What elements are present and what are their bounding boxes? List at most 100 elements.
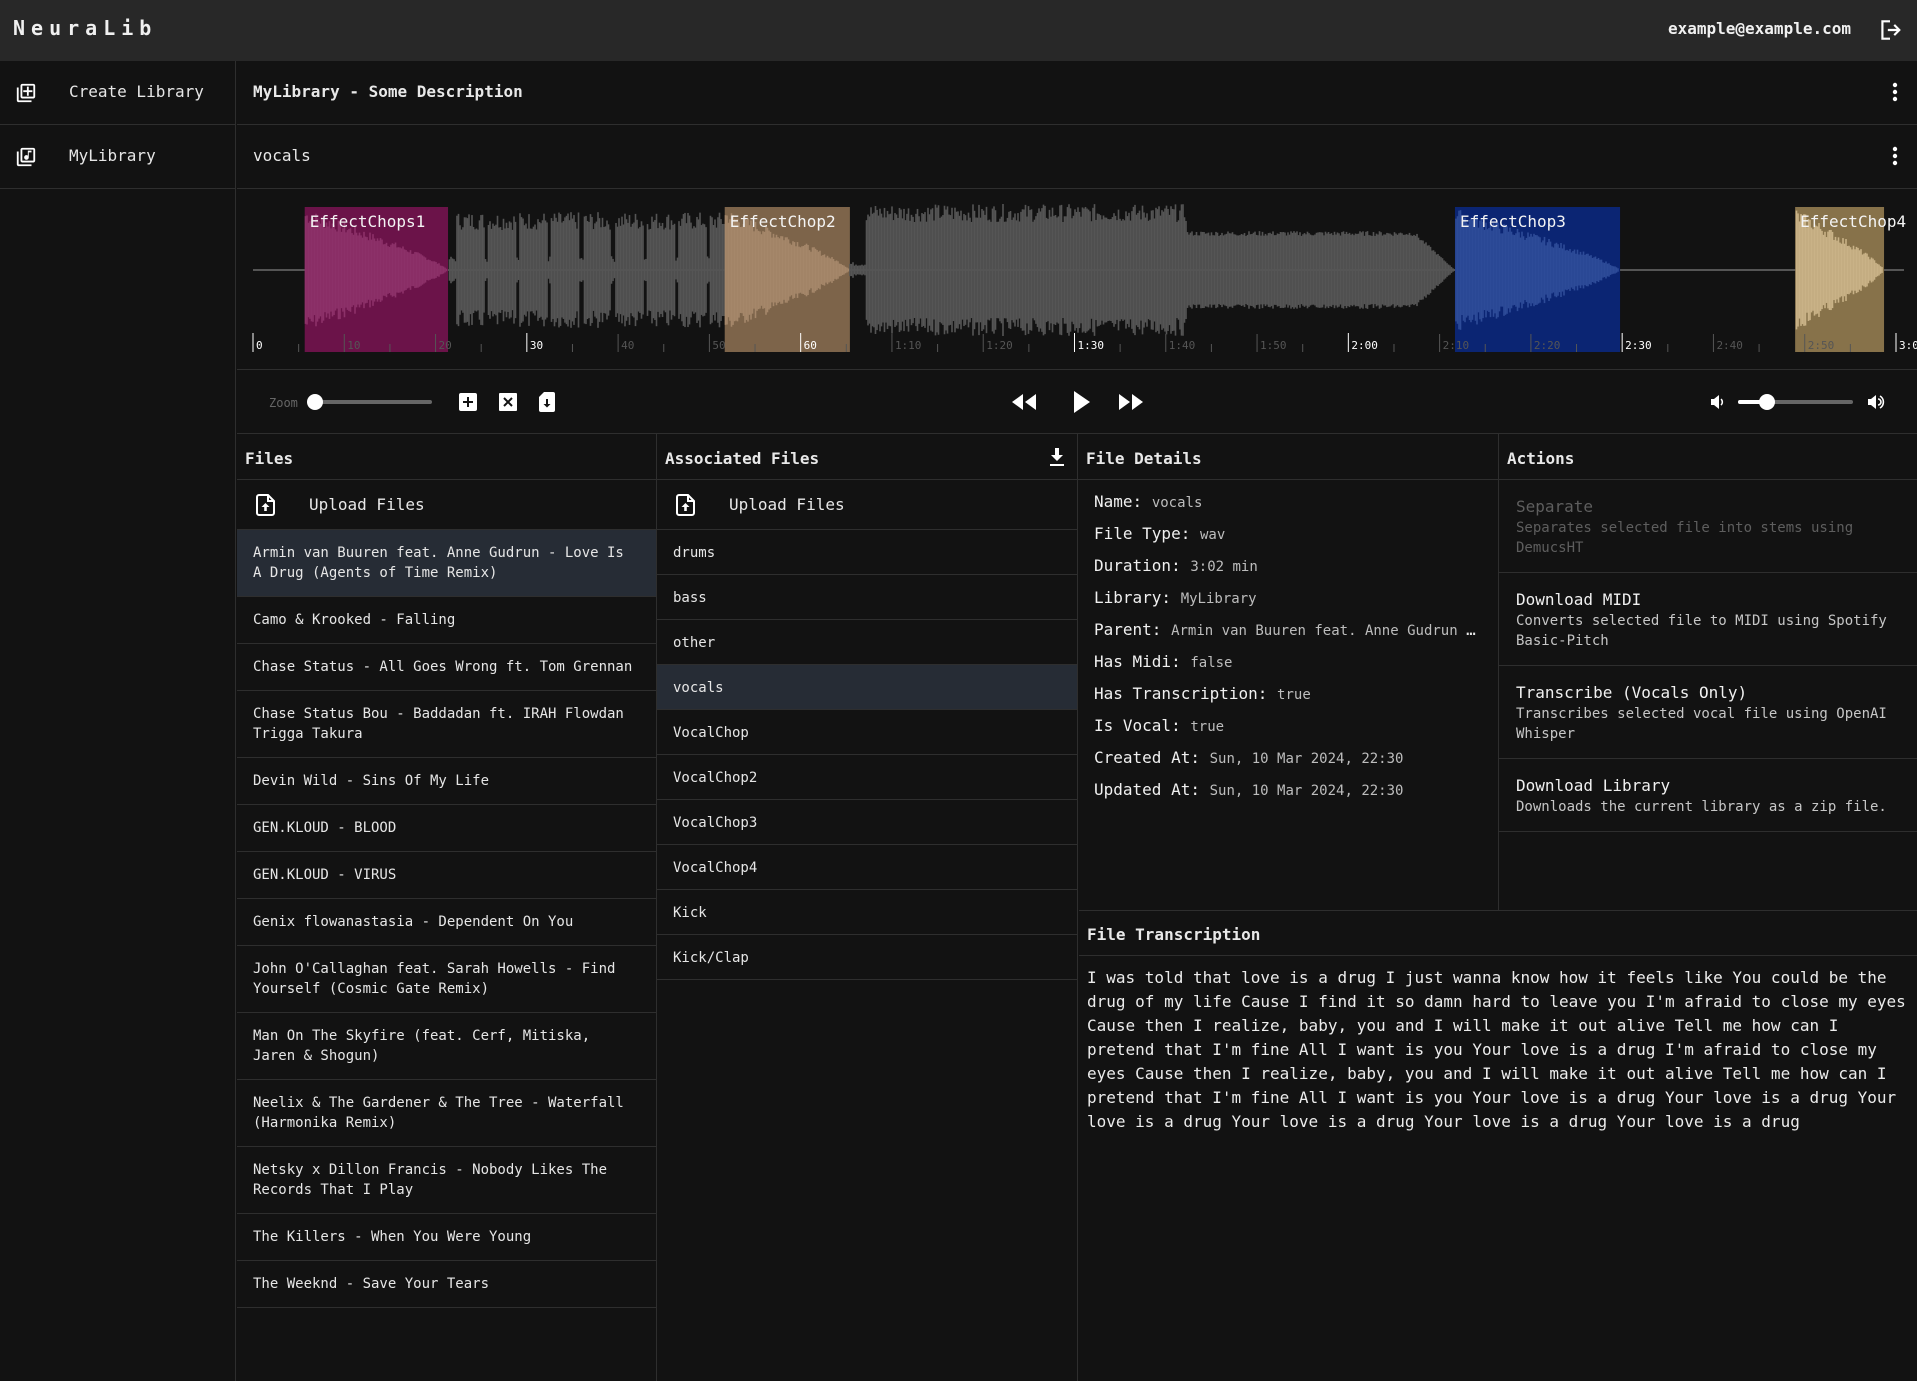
- timeline-tick-label: 2:40: [1716, 339, 1743, 352]
- timeline-tick-label: 2:20: [1534, 339, 1561, 352]
- detail-value: vocals: [1151, 495, 1203, 511]
- actions-panel: Actions Separate Separates selected file …: [1499, 434, 1917, 910]
- file-list-item[interactable]: The Killers - When You Were Young: [237, 1214, 656, 1261]
- transcription-text: I was told that love is a drug I just wa…: [1087, 968, 1906, 1131]
- associated-file-item[interactable]: VocalChop4: [657, 845, 1077, 890]
- timeline-tick-label: 1:50: [1260, 339, 1287, 352]
- action-item[interactable]: Download Library Downloads the current li…: [1499, 759, 1917, 832]
- detail-row: Library: MyLibrary: [1094, 588, 1482, 620]
- file-list-item[interactable]: John O'Callaghan feat. Sarah Howells - F…: [237, 946, 656, 1013]
- volume-slider[interactable]: [1738, 394, 1853, 410]
- file-list-item[interactable]: Chase Status - All Goes Wrong ft. Tom Gr…: [237, 644, 656, 691]
- file-list-item[interactable]: Man On The Skyfire (feat. Cerf, Mitiska,…: [237, 1013, 656, 1080]
- actions-list: Separate Separates selected file into ste…: [1499, 480, 1917, 832]
- associated-file-item[interactable]: other: [657, 620, 1077, 665]
- associated-file-item[interactable]: Kick: [657, 890, 1077, 935]
- file-title: vocals: [253, 146, 311, 165]
- volume-down-icon[interactable]: [1710, 394, 1724, 410]
- close-box-icon[interactable]: [499, 393, 517, 411]
- associated-file-item[interactable]: vocals: [657, 665, 1077, 710]
- timeline-tick-label: 2:00: [1351, 339, 1378, 352]
- file-details-header: File Details: [1078, 434, 1498, 480]
- sd-card-download-icon[interactable]: [539, 392, 555, 412]
- action-item[interactable]: Transcribe (Vocals Only) Transcribes sele…: [1499, 666, 1917, 759]
- waveform-canvas[interactable]: EffectChops1 EffectChop2 EffectChop3 Effect…: [237, 189, 1917, 370]
- rewind-icon[interactable]: [1010, 392, 1038, 412]
- timeline-tick-label: 2:50: [1808, 339, 1835, 352]
- zoom-slider-knob[interactable]: [307, 394, 323, 410]
- zoom-slider[interactable]: [307, 394, 432, 410]
- associated-file-item[interactable]: drums: [657, 530, 1077, 575]
- detail-row: Name: vocals: [1094, 492, 1482, 524]
- detail-row: Has Midi: false: [1094, 652, 1482, 684]
- transcription-title: File Transcription: [1087, 925, 1261, 944]
- file-list-item[interactable]: Genix flowanastasia - Dependent On You: [237, 899, 656, 946]
- library-title: MyLibrary - Some Description: [253, 82, 523, 101]
- action-title: Separate: [1516, 497, 1594, 516]
- associated-file-item[interactable]: VocalChop2: [657, 755, 1077, 800]
- detail-row: Has Transcription: true: [1094, 684, 1482, 716]
- associated-files-list: drums bass other vocals VocalChop VocalChop2 V…: [657, 530, 1077, 980]
- waveform-area[interactable]: EffectChops1 EffectChop2 EffectChop3 Effect…: [237, 189, 1917, 370]
- timeline-tick-label: 20: [439, 339, 452, 352]
- detail-value: Armin van Buuren feat. Anne Gudrun - Lov…: [1171, 623, 1482, 639]
- upload-associated-files-button[interactable]: Upload Files: [657, 480, 1077, 530]
- logout-icon[interactable]: [1877, 17, 1903, 43]
- library-add-icon: [16, 83, 36, 103]
- associated-file-item[interactable]: Kick/Clap: [657, 935, 1077, 980]
- action-item[interactable]: Download MIDI Converts selected file to M…: [1499, 573, 1917, 666]
- download-icon[interactable]: [1049, 447, 1065, 467]
- play-icon[interactable]: [1071, 390, 1091, 414]
- associated-file-item[interactable]: VocalChop3: [657, 800, 1077, 845]
- detail-key: Duration:: [1094, 556, 1181, 575]
- sidebar-item-label: MyLibrary: [69, 146, 156, 165]
- file-list-item[interactable]: GEN.KLOUD - BLOOD: [237, 805, 656, 852]
- action-description: Separates selected file into stems using…: [1516, 520, 1854, 556]
- associated-file-item[interactable]: bass: [657, 575, 1077, 620]
- upload-file-icon: [676, 494, 695, 516]
- file-list-item[interactable]: The Weeknd - Save Your Tears: [237, 1261, 656, 1308]
- timeline-tick-label: 2:30: [1625, 339, 1652, 352]
- volume-slider-knob[interactable]: [1758, 394, 1775, 410]
- file-list-item[interactable]: Armin van Buuren feat. Anne Gudrun - Lov…: [237, 530, 656, 597]
- region-label: EffectChop3: [1460, 212, 1566, 231]
- volume-up-icon[interactable]: [1867, 392, 1887, 412]
- file-list-item[interactable]: Neelix & The Gardener & The Tree - Water…: [237, 1080, 656, 1147]
- action-title: Download Library: [1516, 776, 1671, 795]
- timeline-tick-label: 1:40: [1169, 339, 1196, 352]
- action-description: Downloads the current library as a zip f…: [1516, 799, 1887, 815]
- file-list-item[interactable]: GEN.KLOUD - VIRUS: [237, 852, 656, 899]
- associated-file-item[interactable]: VocalChop: [657, 710, 1077, 755]
- file-list-item[interactable]: Chase Status Bou - Baddadan ft. IRAH Flo…: [237, 691, 656, 758]
- upload-files-label: Upload Files: [309, 495, 425, 514]
- region-label: EffectChop2: [730, 212, 836, 231]
- main-content: MyLibrary - Some Description vocals Effe…: [237, 61, 1917, 434]
- upload-files-button[interactable]: Upload Files: [237, 480, 656, 530]
- detail-value: false: [1190, 655, 1233, 671]
- fast-forward-icon[interactable]: [1117, 392, 1145, 412]
- timeline-tick-label: 60: [804, 339, 817, 352]
- add-box-icon[interactable]: [459, 393, 477, 411]
- file-list-item[interactable]: Camo & Krooked - Falling: [237, 597, 656, 644]
- detail-value: Sun, 10 Mar 2024, 22:30: [1209, 783, 1404, 799]
- more-vert-icon[interactable]: [1891, 81, 1899, 103]
- detail-key: Parent:: [1094, 620, 1162, 639]
- detail-key: Created At:: [1094, 748, 1200, 767]
- detail-key: Name:: [1094, 492, 1143, 511]
- sidebar-item-mylibrary[interactable]: MyLibrary: [0, 125, 235, 189]
- transcription-header: File Transcription: [1079, 910, 1917, 956]
- timeline-tick-label: 1:10: [895, 339, 922, 352]
- file-list-item[interactable]: Devin Wild - Sins Of My Life: [237, 758, 656, 805]
- file-list-item[interactable]: Netsky x Dillon Francis - Nobody Likes T…: [237, 1147, 656, 1214]
- actions-title: Actions: [1507, 449, 1575, 468]
- files-panel: Files Upload Files Armin van Buuren feat…: [237, 434, 657, 1381]
- detail-row: Updated At: Sun, 10 Mar 2024, 22:30: [1094, 780, 1482, 812]
- sidebar-item-label: Create Library: [69, 82, 204, 101]
- region-label: EffectChops1: [310, 212, 426, 231]
- detail-value: true: [1277, 687, 1311, 703]
- files-panel-header: Files: [237, 434, 656, 480]
- more-vert-icon[interactable]: [1891, 145, 1899, 167]
- file-details-panel: File Details Name: vocals File Type: wav D…: [1078, 434, 1499, 910]
- detail-key: Has Transcription:: [1094, 684, 1268, 703]
- sidebar-item-create-library[interactable]: Create Library: [0, 61, 235, 125]
